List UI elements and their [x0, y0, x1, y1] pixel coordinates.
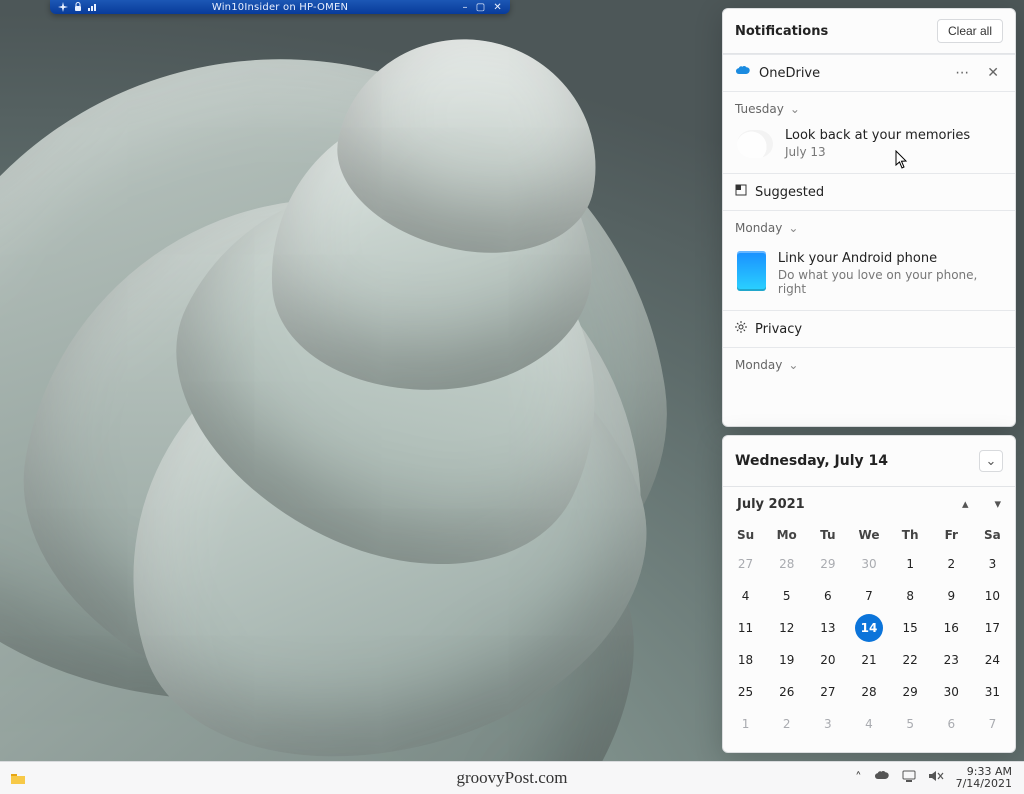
calendar-day[interactable]: 27 — [725, 548, 766, 580]
calendar-day[interactable]: 4 — [725, 580, 766, 612]
rdp-titlebar: Win10Insider on HP-OMEN – ▢ ✕ — [50, 0, 510, 14]
calendar-dow: Fr — [931, 522, 972, 548]
calendar-day[interactable]: 25 — [725, 676, 766, 708]
calendar-panel: Wednesday, July 14 ⌄ July 2021 ▴ ▾ SuMoT… — [722, 435, 1016, 753]
calendar-prev-month[interactable]: ▴ — [962, 497, 969, 512]
notifications-panel: Notifications Clear all OneDrive ⋯ ✕ Tue… — [722, 8, 1016, 427]
taskbar: groovyPost.com ˄ 9:33 AM 7/14/2021 — [0, 761, 1024, 794]
calendar-day[interactable]: 7 — [848, 580, 889, 612]
calendar-day[interactable]: 2 — [931, 548, 972, 580]
clock-date: 7/14/2021 — [956, 778, 1012, 790]
taskbar-file-explorer-icon[interactable] — [10, 771, 24, 785]
calendar-day[interactable]: 4 — [848, 708, 889, 740]
collapse-button[interactable]: ⌄ — [979, 450, 1003, 472]
notif-item-subtitle: July 13 — [785, 145, 970, 159]
calendar-dow: Mo — [766, 522, 807, 548]
action-center: Notifications Clear all OneDrive ⋯ ✕ Tue… — [722, 8, 1016, 753]
tray-clock[interactable]: 9:33 AM 7/14/2021 — [956, 766, 1012, 789]
tray-onedrive-icon[interactable] — [874, 770, 890, 786]
tray-chevron-up-icon[interactable]: ˄ — [855, 771, 862, 786]
calendar-day[interactable]: 10 — [972, 580, 1013, 612]
rdp-title: Win10Insider on HP-OMEN — [50, 2, 510, 13]
lock-icon[interactable] — [74, 2, 82, 12]
calendar-day[interactable]: 29 — [890, 676, 931, 708]
calendar-day[interactable]: 22 — [890, 644, 931, 676]
calendar-day[interactable]: 28 — [766, 548, 807, 580]
notif-item-title: Look back at your memories — [785, 128, 970, 143]
calendar-day[interactable]: 1 — [725, 708, 766, 740]
signal-icon[interactable] — [88, 2, 98, 12]
notif-app-label: OneDrive — [759, 66, 820, 81]
calendar-day[interactable]: 21 — [848, 644, 889, 676]
notif-item[interactable]: Link your Android phone Do what you love… — [723, 245, 1015, 310]
calendar-day[interactable]: 6 — [931, 708, 972, 740]
calendar-day[interactable]: 3 — [807, 708, 848, 740]
calendar-day[interactable]: 3 — [972, 548, 1013, 580]
notif-section-privacy[interactable]: Privacy — [723, 310, 1015, 348]
calendar-dow: Sa — [972, 522, 1013, 548]
tray-vm-icon[interactable] — [902, 769, 916, 787]
calendar-grid: SuMoTuWeThFrSa 2728293012345678910111213… — [723, 518, 1015, 752]
calendar-day[interactable]: 30 — [848, 548, 889, 580]
calendar-day[interactable]: 5 — [890, 708, 931, 740]
calendar-day[interactable]: 7 — [972, 708, 1013, 740]
calendar-full-date: Wednesday, July 14 — [735, 453, 888, 469]
clear-all-button[interactable]: Clear all — [937, 19, 1003, 43]
calendar-day[interactable]: 11 — [725, 612, 766, 644]
calendar-day[interactable]: 28 — [848, 676, 889, 708]
calendar-next-month[interactable]: ▾ — [994, 497, 1001, 512]
tray-volume-mute-icon[interactable] — [928, 769, 944, 787]
calendar-day[interactable]: 15 — [890, 612, 931, 644]
calendar-day[interactable]: 30 — [931, 676, 972, 708]
calendar-day[interactable]: 1 — [890, 548, 931, 580]
notif-app-onedrive[interactable]: OneDrive ⋯ ✕ — [723, 54, 1015, 92]
calendar-day[interactable]: 2 — [766, 708, 807, 740]
calendar-dow: Th — [890, 522, 931, 548]
notif-item-title: Link your Android phone — [778, 251, 1001, 266]
calendar-day[interactable]: 19 — [766, 644, 807, 676]
calendar-day[interactable]: 9 — [931, 580, 972, 612]
pin-icon[interactable] — [58, 2, 68, 12]
notif-day[interactable]: Monday ⌄ — [723, 348, 1015, 382]
calendar-month-label[interactable]: July 2021 — [737, 497, 805, 512]
restore-icon[interactable]: ▢ — [476, 2, 486, 13]
calendar-day[interactable]: 29 — [807, 548, 848, 580]
notif-day[interactable]: Tuesday ⌄ — [723, 92, 1015, 126]
calendar-day[interactable]: 26 — [766, 676, 807, 708]
calendar-day[interactable]: 24 — [972, 644, 1013, 676]
calendar-day[interactable]: 17 — [972, 612, 1013, 644]
calendar-day[interactable]: 12 — [766, 612, 807, 644]
cloud-thumb-icon — [737, 130, 773, 158]
minimize-icon[interactable]: – — [463, 2, 468, 13]
calendar-day[interactable]: 18 — [725, 644, 766, 676]
calendar-day[interactable]: 23 — [931, 644, 972, 676]
calendar-dow: Su — [725, 522, 766, 548]
calendar-day[interactable]: 14 — [855, 614, 883, 642]
phone-thumb-icon — [737, 251, 766, 291]
calendar-day[interactable]: 20 — [807, 644, 848, 676]
settings-icon — [735, 321, 747, 337]
calendar-day[interactable]: 8 — [890, 580, 931, 612]
chevron-down-icon: ⌄ — [788, 358, 798, 372]
dismiss-icon[interactable]: ✕ — [983, 65, 1003, 81]
calendar-day[interactable]: 16 — [931, 612, 972, 644]
calendar-day[interactable]: 31 — [972, 676, 1013, 708]
notif-section-suggested[interactable]: Suggested — [723, 173, 1015, 211]
onedrive-icon — [735, 65, 751, 81]
more-icon[interactable]: ⋯ — [951, 65, 975, 81]
calendar-day[interactable]: 27 — [807, 676, 848, 708]
notif-item-subtitle: Do what you love on your phone, right — [778, 268, 1001, 296]
calendar-day[interactable]: 5 — [766, 580, 807, 612]
calendar-dow: Tu — [807, 522, 848, 548]
chevron-down-icon: ⌄ — [790, 102, 800, 116]
notif-day[interactable]: Monday ⌄ — [723, 211, 1015, 245]
suggested-icon — [735, 184, 747, 200]
close-icon[interactable]: ✕ — [493, 2, 502, 13]
notifications-title: Notifications — [735, 24, 828, 39]
chevron-down-icon: ⌄ — [788, 221, 798, 235]
notif-item[interactable]: Look back at your memories July 13 — [723, 126, 1015, 173]
calendar-dow: We — [848, 522, 889, 548]
calendar-day[interactable]: 13 — [807, 612, 848, 644]
calendar-day[interactable]: 6 — [807, 580, 848, 612]
